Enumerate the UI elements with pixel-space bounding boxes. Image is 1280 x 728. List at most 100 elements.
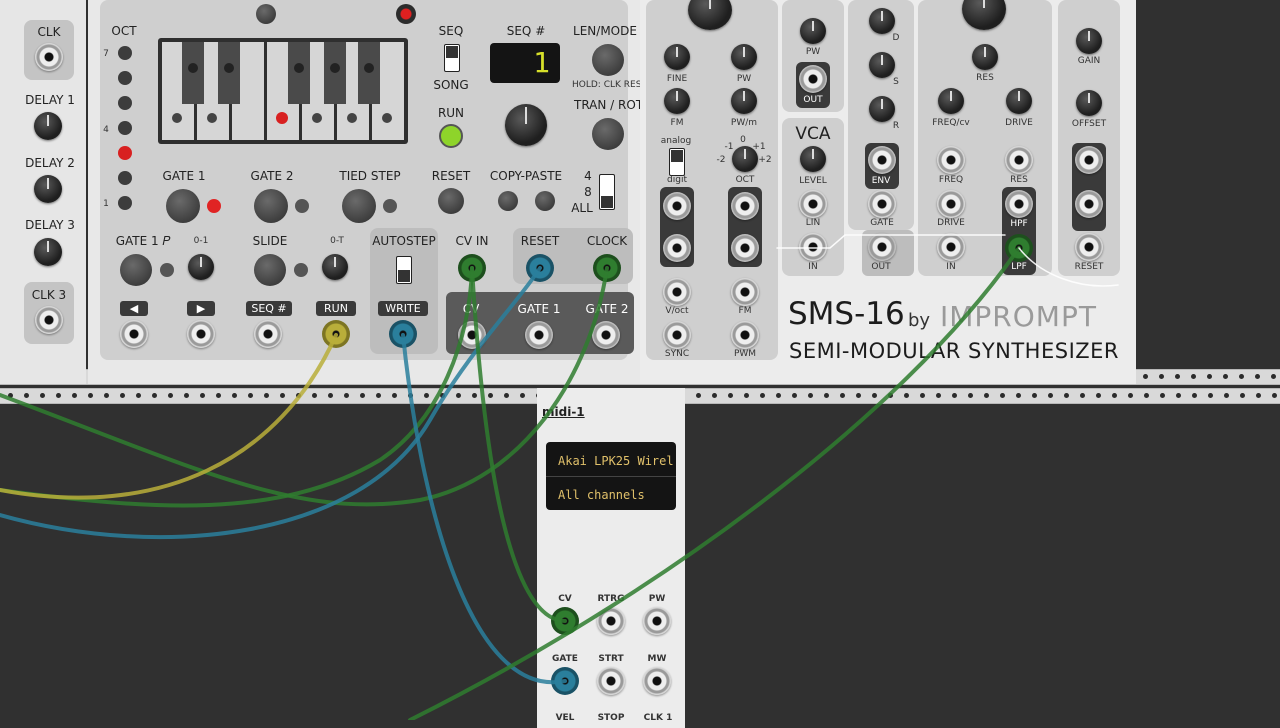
oct-knob[interactable] bbox=[732, 146, 758, 172]
rail-screw-hole bbox=[840, 393, 845, 398]
autostep-switch[interactable] bbox=[396, 256, 412, 284]
fm-in-jack[interactable] bbox=[731, 278, 759, 306]
copy-paste-length-switch[interactable] bbox=[599, 174, 615, 210]
clock-input-jack-patched[interactable] bbox=[593, 254, 621, 282]
delay1-knob[interactable] bbox=[34, 112, 62, 140]
prev-step-jack[interactable] bbox=[120, 320, 148, 348]
run-jack-patched[interactable] bbox=[322, 320, 350, 348]
oct-led-3-active[interactable] bbox=[118, 146, 132, 160]
freq-in-jack[interactable] bbox=[937, 146, 965, 174]
filter-in-jack[interactable] bbox=[937, 233, 965, 261]
lfo-out-jack[interactable] bbox=[799, 65, 827, 93]
fm-knob[interactable] bbox=[664, 88, 690, 114]
oct-led-4[interactable] bbox=[118, 121, 132, 135]
env-out-jack[interactable] bbox=[868, 146, 896, 174]
lfo-gain-knob[interactable] bbox=[1076, 28, 1102, 54]
gate1-button[interactable] bbox=[166, 189, 200, 223]
gate2-button[interactable] bbox=[254, 189, 288, 223]
gate1-prob-button[interactable] bbox=[120, 254, 152, 286]
keyboard-mode-button-right[interactable] bbox=[396, 4, 416, 24]
cv-in-jack-patched[interactable] bbox=[458, 254, 486, 282]
tran-rot-button[interactable] bbox=[592, 118, 624, 150]
len-mode-button[interactable] bbox=[592, 44, 624, 76]
vca-level-knob[interactable] bbox=[800, 146, 826, 172]
filter-res-knob[interactable] bbox=[972, 44, 998, 70]
lfo-reset-jack[interactable] bbox=[1075, 233, 1103, 261]
piano-keys[interactable] bbox=[158, 38, 408, 144]
reset-input-jack-patched[interactable] bbox=[526, 254, 554, 282]
slide-button[interactable] bbox=[254, 254, 286, 286]
midi-rtrg-jack[interactable] bbox=[597, 607, 625, 635]
oct-led-7[interactable] bbox=[118, 46, 132, 60]
drive-knob[interactable] bbox=[1006, 88, 1032, 114]
lfo-sine-out-jack[interactable] bbox=[1075, 190, 1103, 218]
pw-knob[interactable] bbox=[731, 44, 757, 70]
midi-gate-jack-patched[interactable] bbox=[551, 667, 579, 695]
gate1-prob-knob[interactable] bbox=[188, 254, 214, 280]
seq-number-knob[interactable] bbox=[505, 104, 547, 146]
midi-channel[interactable]: All channels bbox=[558, 488, 645, 502]
lfo-tri-out-jack[interactable] bbox=[1075, 146, 1103, 174]
delay3-knob[interactable] bbox=[34, 238, 62, 266]
oct-number-1: 1 bbox=[103, 199, 109, 209]
voct-label: V/oct bbox=[665, 306, 689, 316]
run-button[interactable] bbox=[439, 124, 463, 148]
triangle-out-jack[interactable] bbox=[731, 192, 759, 220]
write-jack-patched[interactable] bbox=[389, 320, 417, 348]
paste-button[interactable] bbox=[535, 191, 555, 211]
analog-digit-switch[interactable] bbox=[669, 148, 685, 176]
vca-in-jack[interactable] bbox=[799, 233, 827, 261]
copy-button[interactable] bbox=[498, 191, 518, 211]
pwm-jack[interactable] bbox=[731, 321, 759, 349]
fine-knob[interactable] bbox=[664, 44, 690, 70]
sine-out-jack[interactable] bbox=[663, 192, 691, 220]
oct-led-2[interactable] bbox=[118, 171, 132, 185]
midi-strt-jack[interactable] bbox=[597, 667, 625, 695]
mixer-out-jack[interactable] bbox=[868, 233, 896, 261]
saw-out-jack[interactable] bbox=[663, 234, 691, 262]
vca-lin-jack[interactable] bbox=[799, 190, 827, 218]
freq-cv-knob[interactable] bbox=[938, 88, 964, 114]
cv-out-jack[interactable] bbox=[458, 321, 486, 349]
sustain-knob[interactable] bbox=[869, 52, 895, 78]
lfo-pw-knob[interactable] bbox=[800, 18, 826, 44]
drive-in-jack[interactable] bbox=[937, 190, 965, 218]
oct-led-1[interactable] bbox=[118, 196, 132, 210]
mixer-out-label: OUT bbox=[871, 262, 891, 272]
slide-knob[interactable] bbox=[322, 254, 348, 280]
square-out-jack[interactable] bbox=[731, 234, 759, 262]
seq-number-jack[interactable] bbox=[254, 320, 282, 348]
gate1-out-jack[interactable] bbox=[525, 321, 553, 349]
midi-mw-jack[interactable] bbox=[643, 667, 671, 695]
rail-screw-hole bbox=[1160, 393, 1165, 398]
env-gate-jack[interactable] bbox=[868, 190, 896, 218]
reset-button[interactable] bbox=[438, 188, 464, 214]
sync-jack[interactable] bbox=[663, 321, 691, 349]
tied-step-button[interactable] bbox=[342, 189, 376, 223]
keyboard-mode-button-left[interactable] bbox=[256, 4, 276, 24]
voct-jack[interactable] bbox=[663, 278, 691, 306]
midi-pw-jack[interactable] bbox=[643, 607, 671, 635]
release-knob[interactable] bbox=[869, 96, 895, 122]
clk-output-jack[interactable] bbox=[35, 43, 63, 71]
hpf-out-jack[interactable] bbox=[1005, 190, 1033, 218]
seq-song-switch[interactable] bbox=[444, 44, 460, 72]
lfo-offset-knob[interactable] bbox=[1076, 90, 1102, 116]
gate2-out-jack[interactable] bbox=[592, 321, 620, 349]
decay-knob[interactable] bbox=[869, 8, 895, 34]
rail-screw-hole bbox=[8, 393, 13, 398]
clk3-output-jack[interactable] bbox=[35, 306, 63, 334]
rail-screw-hole bbox=[936, 393, 941, 398]
midi-cv-jack-patched[interactable] bbox=[551, 607, 579, 635]
rail-screw-hole bbox=[792, 393, 797, 398]
midi-device-name[interactable]: Akai LPK25 Wirel bbox=[558, 454, 674, 468]
pw-mod-knob[interactable] bbox=[731, 88, 757, 114]
delay2-knob[interactable] bbox=[34, 175, 62, 203]
oct-led-5[interactable] bbox=[118, 96, 132, 110]
lpf-out-jack-patched[interactable] bbox=[1005, 234, 1033, 262]
fm-in-label: FM bbox=[738, 306, 752, 316]
next-step-jack[interactable] bbox=[187, 320, 215, 348]
res-in-jack[interactable] bbox=[1005, 146, 1033, 174]
oct-led-6[interactable] bbox=[118, 71, 132, 85]
midi-display[interactable]: Akai LPK25 Wirel All channels bbox=[546, 442, 676, 510]
